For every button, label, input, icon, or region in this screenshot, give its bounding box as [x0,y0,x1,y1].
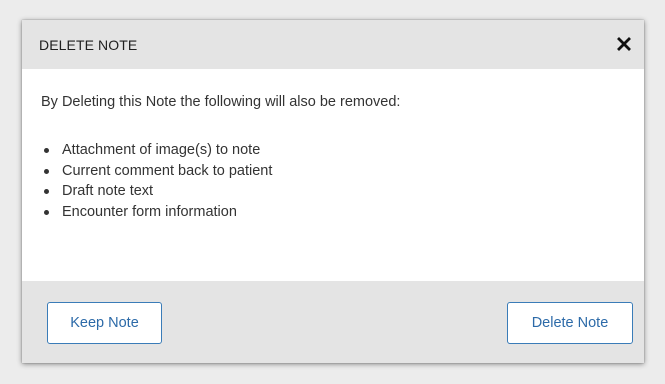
delete-note-dialog: DELETE NOTE By Deleting this Note the fo… [22,20,644,363]
list-item-text: Draft note text [62,183,154,199]
list-item-text: Encounter form information [62,203,237,220]
delete-note-button[interactable]: Delete Note [507,302,633,344]
list-item: Current comment back to patient [41,161,272,182]
list-item: Encounter form information [41,202,272,223]
dialog-title: DELETE NOTE [39,37,138,53]
bullet-icon [44,148,49,153]
dialog-header: DELETE NOTE [22,20,644,69]
bullet-icon [44,189,49,194]
dialog-footer: Keep Note Delete Note [22,281,644,363]
bullet-icon [44,168,49,174]
page-background: DELETE NOTE By Deleting this Note the fo… [0,0,665,384]
intro-text: By Deleting this Note the following will… [41,94,401,110]
close-x-icon [617,37,631,51]
bullet-icon [44,209,49,215]
removed-items-list: Attachment of image(s) to note Current c… [41,140,272,222]
list-item-text: Attachment of image(s) to note [62,142,261,158]
list-item-text: Current comment back to patient [62,162,273,179]
dialog-body: By Deleting this Note the following will… [22,69,644,281]
list-item: Draft note text [41,181,272,202]
keep-note-button[interactable]: Keep Note [47,302,162,344]
close-button[interactable] [614,33,634,55]
list-item: Attachment of image(s) to note [41,140,272,161]
